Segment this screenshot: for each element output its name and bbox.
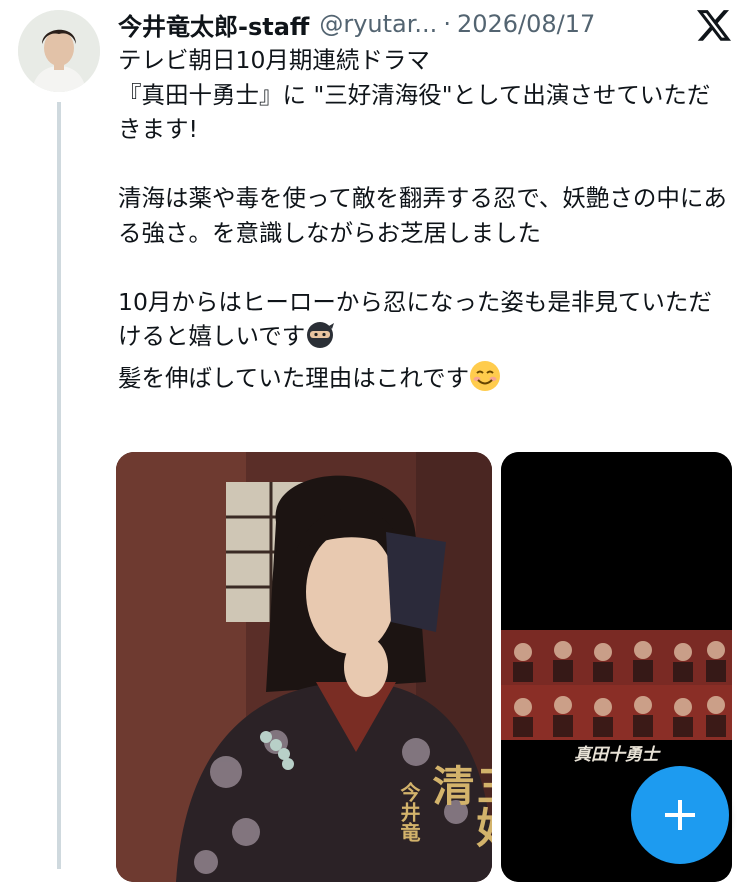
author-avatar[interactable] <box>18 10 100 92</box>
ninja-emoji-icon <box>305 320 335 360</box>
cast-logo-text: 真田十勇士 <box>574 745 659 765</box>
compose-button[interactable] <box>631 766 729 864</box>
smiling-face-emoji-icon <box>469 360 501 402</box>
poster-vertical-name: 今井竜 <box>397 782 421 842</box>
post-body-text: テレビ朝日10月期連続ドラマ 『真田十勇士』に "三好清海役"として出演させてい… <box>118 46 727 350</box>
post-header: 今井竜太郎-staff @ryutar... · 2026/08/17 <box>118 6 689 42</box>
post-date[interactable]: 2026/08/17 <box>457 10 595 38</box>
author-handle[interactable]: @ryutar... <box>319 10 437 38</box>
media-image-poster[interactable]: 三好清 今井竜 <box>116 452 492 882</box>
avatar-photo <box>18 10 100 92</box>
author-name[interactable]: 今井竜太郎-staff <box>118 7 309 42</box>
post-text: テレビ朝日10月期連続ドラマ 『真田十勇士』に "三好清海役"として出演させてい… <box>118 43 728 401</box>
post-last-line: 髪を伸ばしていた理由はこれです <box>118 363 470 392</box>
thread-connector-line <box>57 102 61 869</box>
x-logo-icon[interactable] <box>697 8 731 42</box>
plus-icon <box>665 800 695 830</box>
poster-vertical-title: 三好清 <box>426 764 492 848</box>
header-separator: · <box>443 10 451 38</box>
